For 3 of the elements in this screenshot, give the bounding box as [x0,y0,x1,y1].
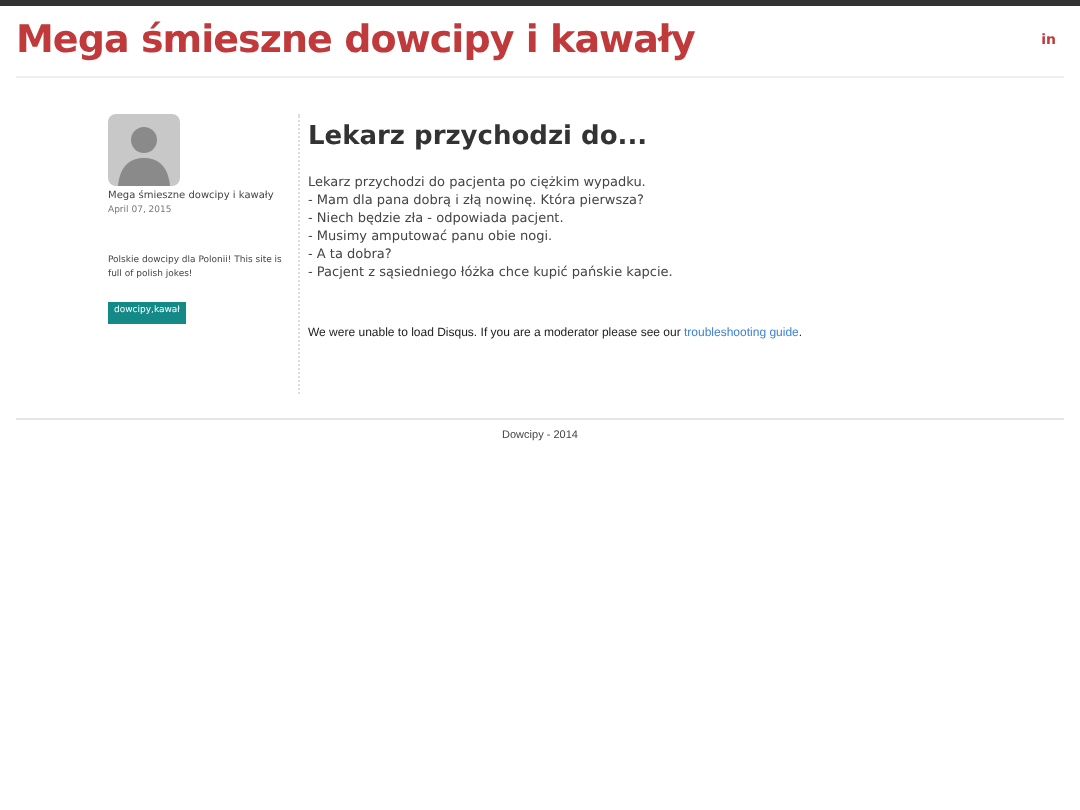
avatar-icon [108,114,180,186]
site-title[interactable]: Mega śmieszne dowcipy i kawały [16,12,695,70]
post-title: Lekarz przychodzi do... [308,120,650,156]
